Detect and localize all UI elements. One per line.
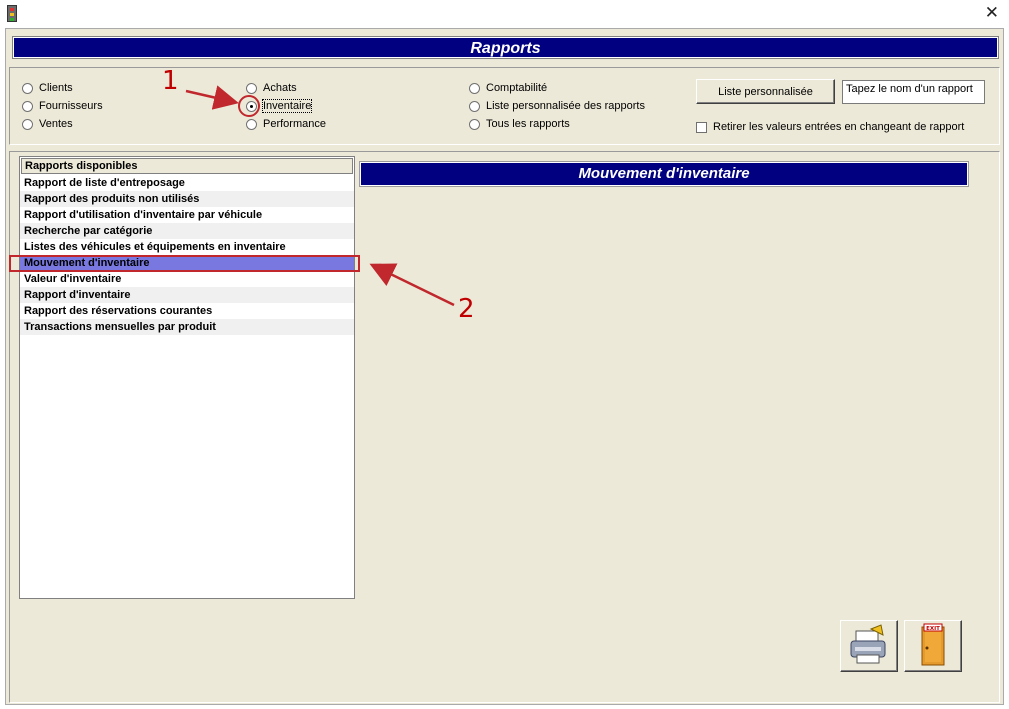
report-type-panel: Clients Fournisseurs Ventes Achats Inven… [9, 67, 1000, 145]
radio-button-icon [22, 118, 33, 130]
list-item[interactable]: Valeur d'inventaire [20, 271, 354, 287]
radio-ventes[interactable]: Ventes [22, 118, 73, 130]
radio-button-icon [246, 118, 257, 130]
exit-door-icon: EXIT [921, 623, 945, 666]
radio-performance[interactable]: Performance [246, 118, 326, 130]
printer-icon [850, 624, 886, 664]
title-bar: ✕ [0, 0, 1009, 28]
list-item[interactable]: Transactions mensuelles par produit [20, 319, 354, 335]
radio-button-icon [469, 82, 480, 94]
report-name-input[interactable]: Tapez le nom d'un rapport [842, 80, 985, 104]
radio-fournisseurs[interactable]: Fournisseurs [22, 100, 103, 112]
list-item[interactable]: Listes des véhicules et équipements en i… [20, 239, 354, 255]
report-panel: Rapports disponibles Rapport de liste d'… [9, 151, 1000, 703]
list-item[interactable]: Recherche par catégorie [20, 223, 354, 239]
list-header: Rapports disponibles [21, 158, 353, 174]
exit-sign-text: EXIT [926, 626, 940, 632]
print-button[interactable] [840, 620, 898, 672]
radio-button-icon [469, 100, 480, 112]
radio-achats[interactable]: Achats [246, 82, 297, 94]
radio-comptabilite[interactable]: Comptabilité [469, 82, 547, 94]
radio-button-icon [246, 82, 257, 94]
radio-tous-rapports[interactable]: Tous les rapports [469, 118, 570, 130]
annotation-highlight-box [9, 255, 360, 272]
selected-report-title: Mouvement d'inventaire [359, 161, 969, 187]
annotation-circle [238, 95, 260, 117]
exit-button[interactable]: EXIT [904, 620, 962, 672]
custom-list-button[interactable]: Liste personnalisée [696, 79, 835, 104]
radio-button-icon [22, 100, 33, 112]
radio-clients[interactable]: Clients [22, 82, 73, 94]
app-traffic-light-icon [7, 5, 17, 22]
close-icon[interactable]: ✕ [985, 3, 999, 23]
radio-button-icon [22, 82, 33, 94]
annotation-step-1: 1 [162, 66, 179, 96]
list-item[interactable]: Rapport d'utilisation d'inventaire par v… [20, 207, 354, 223]
page-title: Rapports [12, 36, 999, 59]
reset-values-checkbox[interactable]: Retirer les valeurs entrées en changeant… [696, 121, 964, 133]
radio-liste-personnalisee[interactable]: Liste personnalisée des rapports [469, 100, 645, 112]
available-reports-list[interactable]: Rapports disponibles Rapport de liste d'… [19, 156, 355, 599]
list-item[interactable]: Rapport des produits non utilisés [20, 191, 354, 207]
list-item[interactable]: Rapport de liste d'entreposage [20, 175, 354, 191]
checkbox-icon [696, 121, 707, 133]
reports-window: Rapports Clients Fournisseurs Ventes Ach… [5, 28, 1004, 705]
radio-button-icon [469, 118, 480, 130]
annotation-step-2: 2 [458, 294, 475, 324]
list-item[interactable]: Rapport des réservations courantes [20, 303, 354, 319]
list-item[interactable]: Rapport d'inventaire [20, 287, 354, 303]
